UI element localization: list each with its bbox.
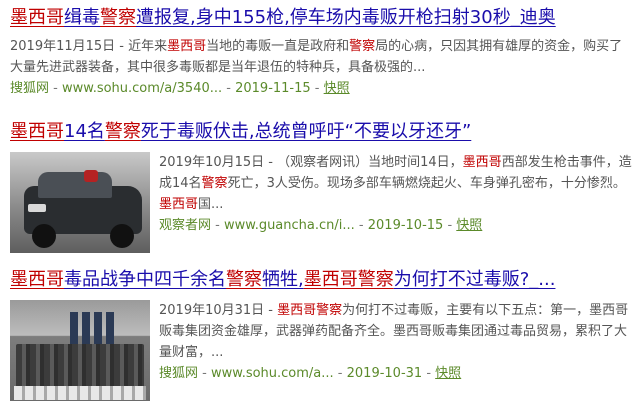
result-url[interactable]: www.sohu.com/a/3540... (62, 81, 222, 96)
text-run: 14名 (64, 121, 105, 142)
result-date: 2019-11-15 (235, 81, 311, 96)
text-run: 2019年10月31日 - (159, 303, 278, 318)
result-date: 2019-10-31 (346, 366, 423, 381)
result-date: 2019-10-15 (367, 218, 444, 233)
highlighted-keyword: 墨西哥 (159, 197, 199, 212)
highlighted-keyword: 警察 (349, 39, 376, 54)
result-title-link[interactable]: 墨西哥毒品战争中四千余名警察牺牲,墨西哥警察为何打不过毒贩?_... (10, 268, 634, 292)
text-run: 2019年11月15日 - 近年来 (10, 39, 168, 54)
text-run: 毒品战争中四千余名 (64, 269, 226, 290)
result-url[interactable]: www.sohu.com/a... (211, 366, 334, 381)
result-url[interactable]: www.guancha.cn/i... (224, 218, 355, 233)
result-title-link[interactable]: 墨西哥14名警察死于毒贩伏击,总统曾呼吁“不要以牙还牙” (10, 120, 634, 144)
snapshot-link[interactable]: 快照 (324, 81, 350, 96)
text-run: 2019年10月15日 - （观察者网讯）当地时间14日， (159, 155, 463, 170)
result-meta: 搜狐网 - www.sohu.com/a/3540... - 2019-11-1… (10, 81, 350, 96)
text-run: 当地的毒贩一直是政府和 (206, 39, 350, 54)
result-abstract: 2019年10月31日 - 墨西哥警察为何打不过毒贩，主要有以下五点：第一，墨西… (159, 300, 634, 363)
search-result: 墨西哥14名警察死于毒贩伏击,总统曾呼吁“不要以牙还牙” 2019年10月15日… (10, 120, 634, 253)
highlighted-keyword: 墨西哥警察 (277, 303, 343, 318)
result-source: 搜狐网 (159, 366, 199, 381)
text-run: 遭报复,身中155枪,停车场内毒贩开枪扫射30秒_迪奥 (136, 7, 556, 28)
search-result: 墨西哥缉毒警察遭报复,身中155枪,停车场内毒贩开枪扫射30秒_迪奥 2019年… (10, 6, 634, 99)
snapshot-link[interactable]: 快照 (456, 218, 482, 233)
result-thumbnail-image[interactable] (10, 300, 150, 401)
highlighted-keyword: 墨西哥 (462, 155, 502, 170)
result-abstract: 2019年10月15日 - （观察者网讯）当地时间14日，墨西哥西部发生枪击事件… (159, 152, 634, 215)
result-source: 搜狐网 (10, 81, 50, 96)
highlighted-keyword: 墨西哥 (10, 7, 64, 28)
text-run: 国... (198, 197, 224, 212)
result-abstract: 2019年11月15日 - 近年来墨西哥当地的毒贩一直是政府和警察局的心病，只因… (10, 36, 634, 78)
result-meta: 观察者网 - www.guancha.cn/i... - 2019-10-15 … (159, 218, 483, 233)
highlighted-keyword: 墨西哥 (167, 39, 207, 54)
result-meta: 搜狐网 - www.sohu.com/a... - 2019-10-31 - 快… (159, 366, 462, 381)
result-thumbnail-image[interactable] (10, 152, 150, 253)
highlighted-keyword: 墨西哥 (10, 269, 64, 290)
text-run: 缉毒 (64, 7, 100, 28)
highlighted-keyword: 警察 (100, 7, 136, 28)
text-run: 牺牲, (262, 269, 304, 290)
highlighted-keyword: 警察 (201, 176, 228, 191)
highlighted-keyword: 警察 (104, 121, 141, 142)
highlighted-keyword: 墨西哥警察 (303, 269, 394, 290)
highlighted-keyword: 警察 (226, 269, 262, 290)
text-run: 为何打不过毒贩?_... (393, 269, 556, 290)
result-title-link[interactable]: 墨西哥缉毒警察遭报复,身中155枪,停车场内毒贩开枪扫射30秒_迪奥 (10, 6, 634, 30)
text-run: 死于毒贩伏击,总统曾呼吁“不要以牙还牙” (140, 121, 472, 142)
highlighted-keyword: 墨西哥 (10, 121, 64, 142)
search-result: 墨西哥毒品战争中四千余名警察牺牲,墨西哥警察为何打不过毒贩?_... 2019年… (10, 268, 634, 401)
text-run: 死亡，3人受伤。现场多部车辆燃烧起火、车身弹孔密布，十分惨烈。 (227, 176, 626, 191)
result-source: 观察者网 (159, 218, 212, 233)
snapshot-link[interactable]: 快照 (435, 366, 461, 381)
